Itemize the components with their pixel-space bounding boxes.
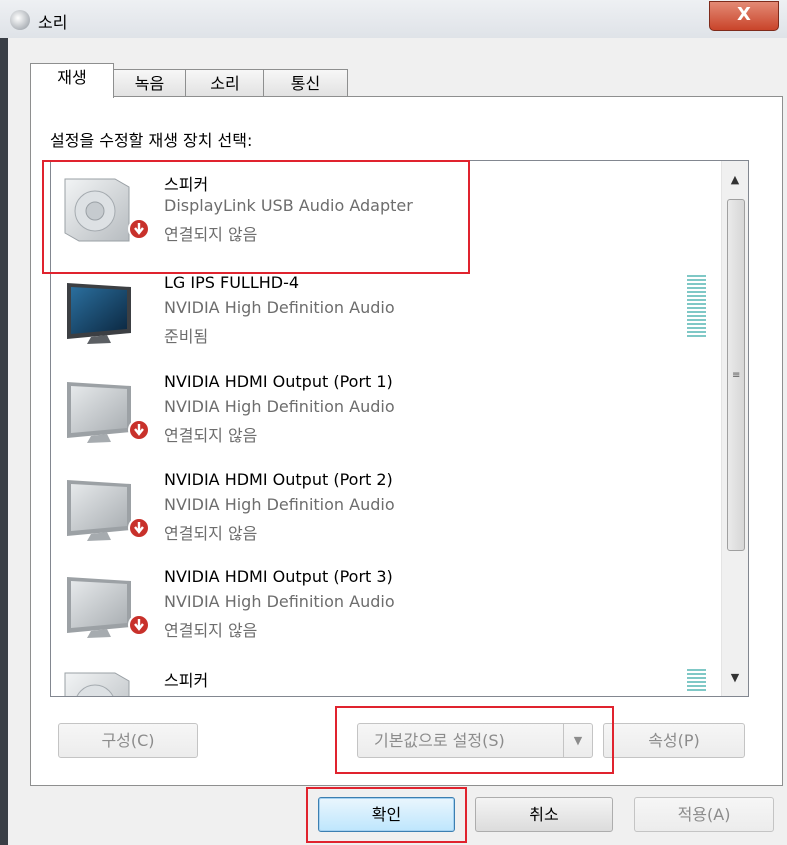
title-bar: 소리 X [0, 0, 787, 39]
device-status: 연결되지 않음 [164, 426, 258, 445]
device-item[interactable]: NVIDIA HDMI Output (Port 3) NVIDIA High … [61, 559, 701, 654]
grip-icon: ≡ [732, 370, 741, 381]
device-status: 연결되지 않음 [164, 524, 258, 543]
device-name: NVIDIA HDMI Output (Port 2) [164, 470, 393, 489]
close-button[interactable]: X [709, 1, 779, 31]
highlight-box-set-default [335, 706, 614, 774]
vertical-scrollbar[interactable]: ▲ ≡ ▼ [721, 161, 748, 696]
scroll-up-arrow-icon[interactable]: ▲ [722, 167, 748, 193]
scroll-down-arrow-icon[interactable]: ▼ [722, 665, 748, 691]
speaker-app-icon [10, 10, 30, 30]
device-name: LG IPS FULLHD-4 [164, 273, 300, 292]
cancel-button[interactable]: 취소 [475, 797, 613, 832]
device-description: NVIDIA High Definition Audio [164, 397, 395, 416]
device-name: NVIDIA HDMI Output (Port 1) [164, 372, 393, 391]
monitor-icon [63, 277, 143, 347]
speaker-icon [63, 669, 143, 696]
device-item[interactable]: NVIDIA HDMI Output (Port 1) NVIDIA High … [61, 364, 701, 459]
window-edge [0, 38, 8, 845]
properties-button[interactable]: 속성(P) [603, 723, 745, 758]
device-description: NVIDIA High Definition Audio [164, 592, 395, 611]
window-title: 소리 [38, 13, 68, 32]
configure-button[interactable]: 구성(C) [58, 723, 198, 758]
device-status: 연결되지 않음 [164, 621, 258, 640]
tab-sounds[interactable]: 소리 [185, 69, 265, 97]
disconnected-badge-icon [127, 613, 151, 637]
highlight-box-speaker [42, 160, 470, 274]
device-status: 준비됨 [164, 327, 209, 346]
scroll-thumb[interactable]: ≡ [727, 199, 745, 551]
device-name: 스피커 [164, 671, 209, 690]
tab-communications[interactable]: 통신 [263, 69, 348, 97]
apply-button[interactable]: 적용(A) [634, 797, 774, 832]
highlight-box-ok [306, 787, 467, 843]
device-description: NVIDIA High Definition Audio [164, 495, 395, 514]
disconnected-badge-icon [127, 418, 151, 442]
tab-recording[interactable]: 녹음 [112, 69, 187, 97]
volume-level-meter [687, 669, 706, 693]
device-name: NVIDIA HDMI Output (Port 3) [164, 567, 393, 586]
tab-playback[interactable]: 재생 [30, 63, 114, 98]
instruction-label: 설정을 수정할 재생 장치 선택: [50, 131, 253, 150]
device-item[interactable]: NVIDIA HDMI Output (Port 2) NVIDIA High … [61, 462, 701, 557]
disconnected-badge-icon [127, 516, 151, 540]
volume-level-meter [687, 275, 706, 339]
device-item[interactable]: 스피커 [61, 659, 706, 696]
device-item[interactable]: LG IPS FULLHD-4 NVIDIA High Definition A… [61, 265, 706, 360]
device-description: NVIDIA High Definition Audio [164, 298, 395, 317]
